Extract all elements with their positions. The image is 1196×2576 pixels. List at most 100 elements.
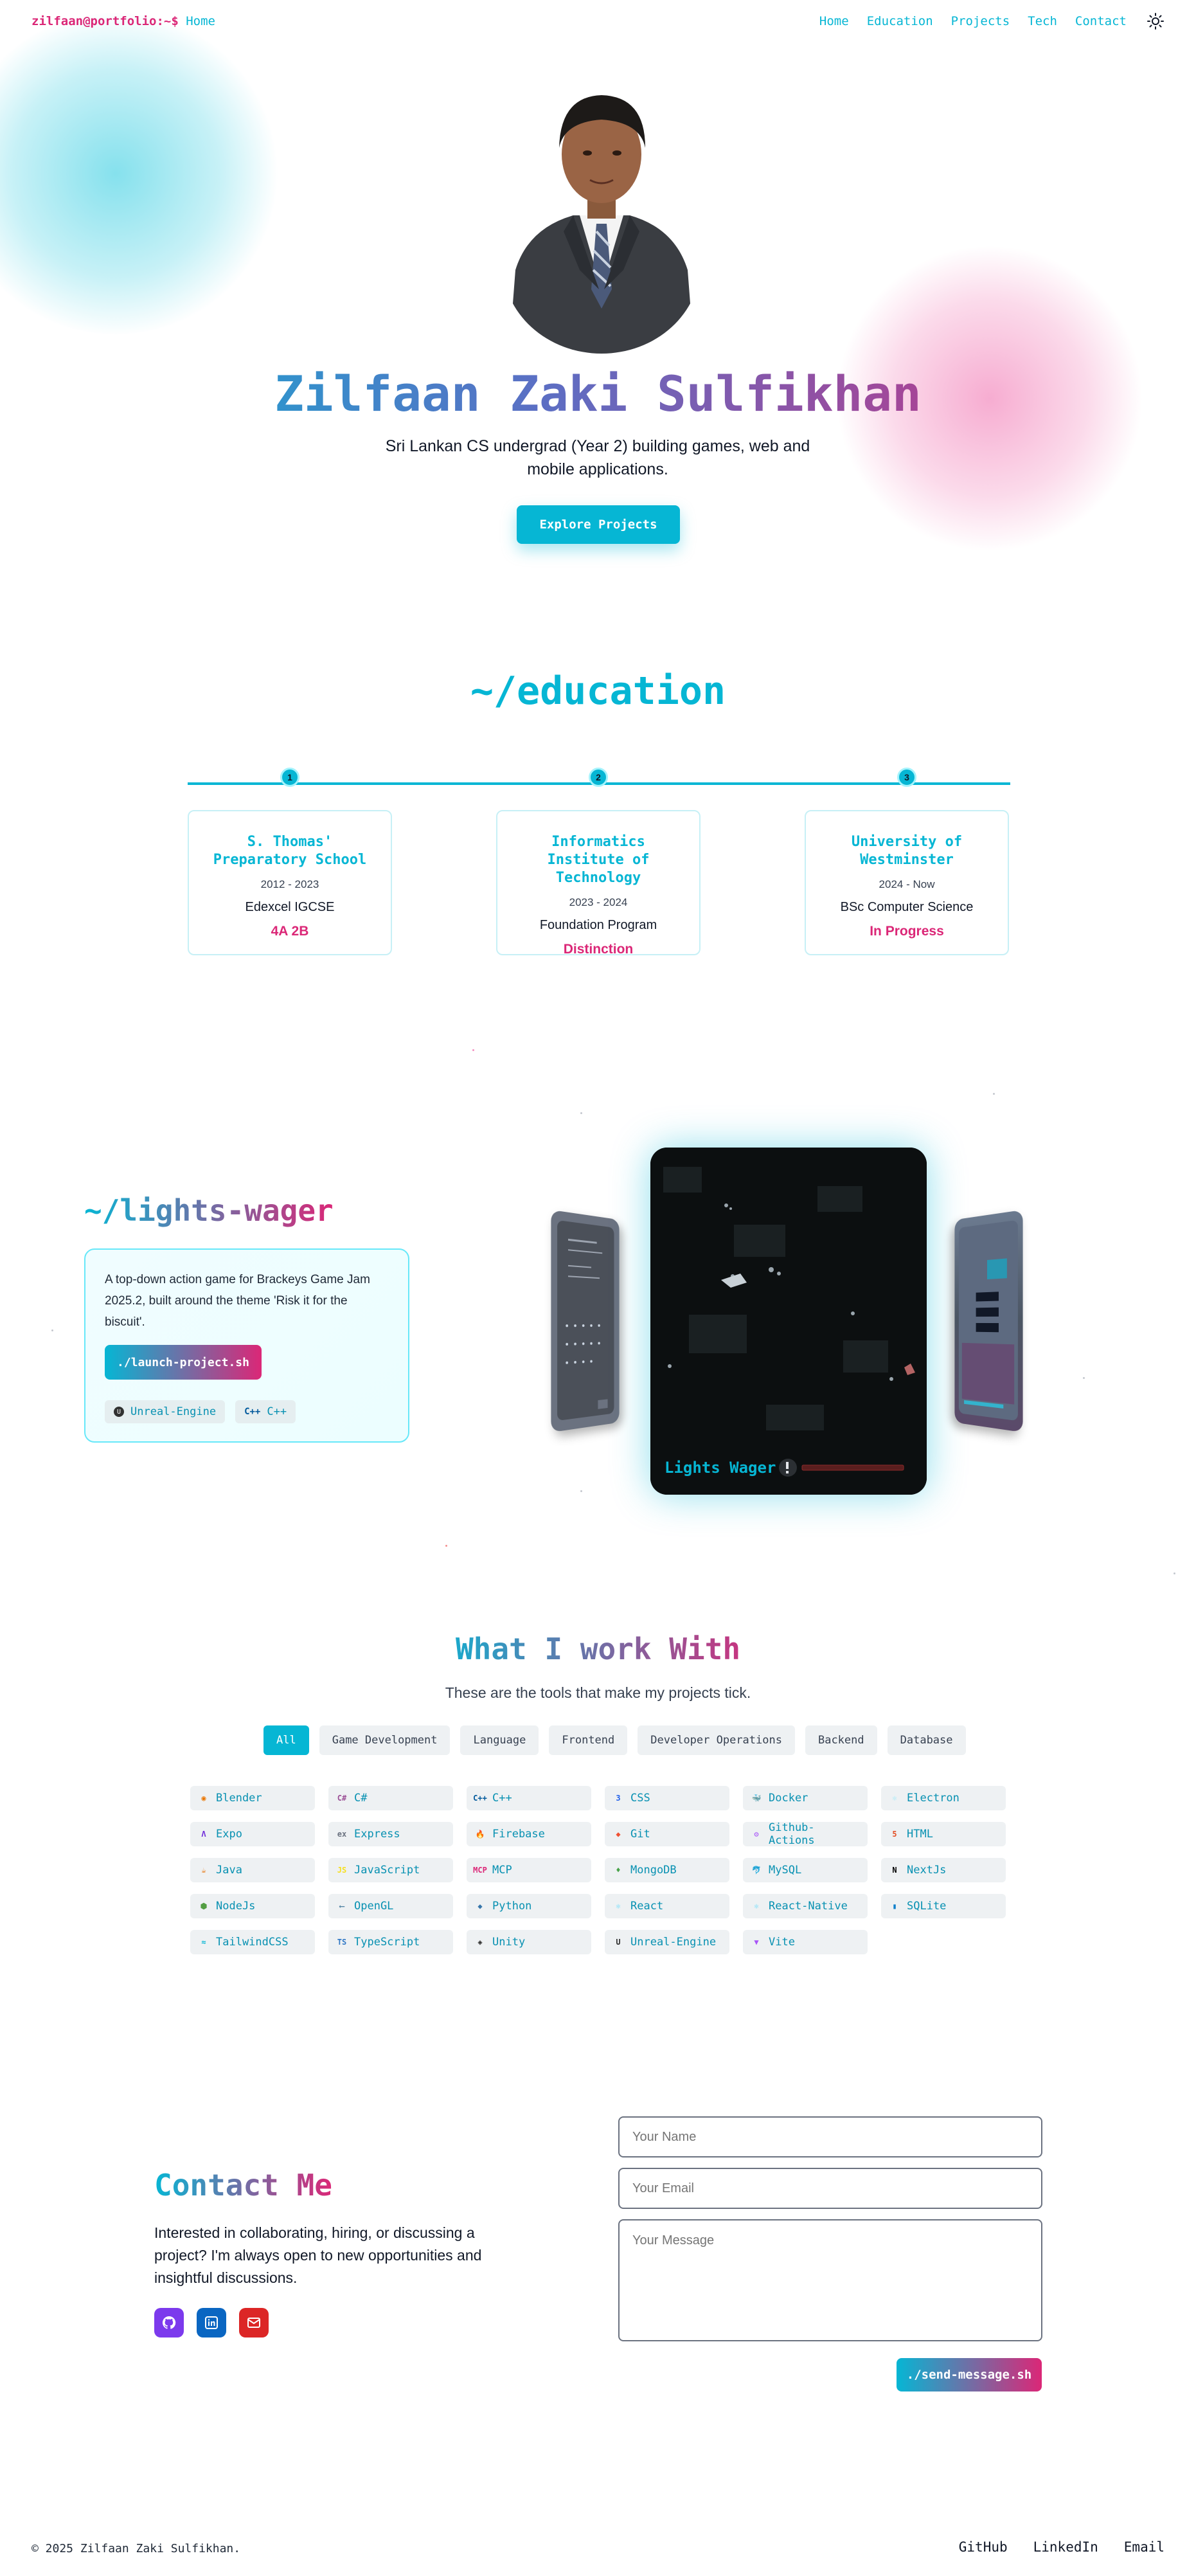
tool-label: NodeJs	[216, 1900, 256, 1913]
html-icon: 5	[892, 1830, 897, 1839]
tag-cpp: C++ C++	[235, 1400, 296, 1423]
tool-item: C++ C++	[467, 1786, 591, 1810]
nav-link-education[interactable]: Education	[867, 14, 933, 28]
message-field[interactable]	[618, 2219, 1042, 2341]
tool-filters: All Game Development Language Frontend D…	[263, 1725, 966, 1755]
education-card: S. Thomas' Preparatory School 2012 - 202…	[188, 810, 392, 955]
nav-link-projects[interactable]: Projects	[951, 14, 1010, 28]
footer-link-github[interactable]: GitHub	[959, 2539, 1008, 2555]
filter-database[interactable]: Database	[887, 1725, 966, 1755]
tool-label: MongoDB	[630, 1864, 677, 1877]
tool-label: Git	[630, 1828, 650, 1841]
explore-projects-button[interactable]: Explore Projects	[517, 505, 680, 544]
tool-label: Github-Actions	[769, 1821, 815, 1847]
theme-toggle-sun-icon[interactable]	[1147, 12, 1165, 30]
tool-label: C#	[354, 1792, 368, 1805]
csharp-icon: C#	[337, 1794, 347, 1803]
nav-links: Home Education Projects Tech Contact	[819, 14, 1127, 28]
typescript-icon: TS	[337, 1938, 347, 1947]
unreal-icon: U	[114, 1407, 124, 1417]
filter-language[interactable]: Language	[460, 1725, 539, 1755]
footer-copyright: © 2025 Zilfaan Zaki Sulfikhan.	[31, 2542, 241, 2555]
school-name: University of Westminster	[851, 834, 963, 868]
school-name: S. Thomas' Preparatory School	[213, 834, 367, 868]
tools-subtitle: These are the tools that make my project…	[445, 1684, 751, 1701]
education-result: In Progress	[870, 924, 944, 939]
linkedin-icon[interactable]	[197, 2308, 226, 2337]
education-program: BSc Computer Science	[840, 900, 974, 914]
expo-icon: Λ	[201, 1830, 206, 1839]
filter-frontend[interactable]: Frontend	[549, 1725, 628, 1755]
filter-game-development[interactable]: Game Development	[319, 1725, 451, 1755]
git-icon: ◆	[616, 1830, 621, 1839]
tool-item: ⚛ React	[605, 1894, 729, 1918]
tool-item: ♦ MongoDB	[605, 1858, 729, 1882]
top-nav: zilfaan@portfolio:~$ Home Home Education…	[0, 0, 1196, 41]
tool-label: C++	[492, 1792, 512, 1805]
github-icon[interactable]	[154, 2308, 184, 2337]
tool-label: CSS	[630, 1792, 650, 1805]
contact-title: Contact Me	[154, 2168, 332, 2202]
email-field[interactable]	[618, 2168, 1042, 2209]
docker-icon: 🐳	[751, 1794, 762, 1803]
tool-item: ☕ Java	[190, 1858, 315, 1882]
tool-item: 🔥 Firebase	[467, 1822, 591, 1846]
nav-link-tech[interactable]: Tech	[1028, 14, 1057, 28]
tool-item: C# C#	[328, 1786, 453, 1810]
footer-link-email[interactable]: Email	[1124, 2539, 1165, 2555]
project-card: A top-down action game for Brackeys Game…	[84, 1248, 409, 1443]
tool-item: MCP MCP	[467, 1858, 591, 1882]
javascript-icon: JS	[337, 1866, 347, 1875]
tool-label: Firebase	[492, 1828, 545, 1841]
tool-item: ⚙ Github-Actions	[743, 1821, 868, 1847]
name-field[interactable]	[618, 2116, 1042, 2157]
brand[interactable]: zilfaan@portfolio:~$ Home	[31, 14, 215, 28]
tool-label: MySQL	[769, 1864, 802, 1877]
education-card: University of Westminster 2024 - Now BSc…	[805, 810, 1009, 955]
opengl-icon: ⟵	[339, 1902, 344, 1911]
footer-link-linkedin[interactable]: LinkedIn	[1033, 2539, 1098, 2555]
tool-label: Python	[492, 1900, 532, 1913]
sqlite-icon: ▮	[892, 1902, 897, 1911]
tool-label: Express	[354, 1828, 400, 1841]
tool-label: Unity	[492, 1936, 526, 1949]
particle	[993, 1093, 995, 1095]
cpp-icon: C++	[244, 1407, 261, 1417]
email-icon[interactable]	[239, 2308, 269, 2337]
tool-label: React-Native	[769, 1900, 848, 1913]
project-tags: U Unreal-Engine C++ C++	[105, 1400, 296, 1423]
project-description: A top-down action game for Brackeys Game…	[105, 1273, 370, 1329]
electron-icon: ⚛	[892, 1794, 897, 1803]
tool-item: U Unreal-Engine	[605, 1930, 729, 1954]
education-card: Informatics Institute of Technology 2023…	[496, 810, 701, 957]
tool-label: SQLite	[907, 1900, 947, 1913]
hero-subtitle: Sri Lankan CS undergrad (Year 2) buildin…	[385, 437, 810, 478]
particle	[472, 1049, 474, 1051]
filter-backend[interactable]: Backend	[805, 1725, 877, 1755]
profile-photo	[503, 77, 701, 354]
tag-unreal-engine: U Unreal-Engine	[105, 1400, 226, 1423]
css-icon: 3	[616, 1794, 621, 1803]
education-years: 2012 - 2023	[260, 878, 319, 890]
hero-name: Zilfaan Zaki Sulfikhan	[0, 365, 1196, 422]
tool-label: Blender	[216, 1792, 262, 1805]
tool-label: NextJs	[907, 1864, 947, 1877]
contact-text: Interested in collaborating, hiring, or …	[154, 2224, 482, 2286]
nav-link-contact[interactable]: Contact	[1075, 14, 1127, 28]
nav-link-home[interactable]: Home	[819, 14, 849, 28]
tool-item: 🐬 MySQL	[743, 1858, 868, 1882]
filter-all[interactable]: All	[263, 1725, 309, 1755]
filter-developer-operations[interactable]: Developer Operations	[638, 1725, 795, 1755]
tool-label: Vite	[769, 1936, 795, 1949]
tool-item: ⚛ React-Native	[743, 1894, 868, 1918]
hero-glow-cyan	[0, 13, 283, 334]
tool-item: ▼ Vite	[743, 1930, 868, 1954]
express-icon: ex	[337, 1830, 347, 1839]
send-message-button[interactable]: ./send-message.sh	[897, 2358, 1042, 2391]
particle	[1174, 1572, 1175, 1574]
tool-item: ex Express	[328, 1822, 453, 1846]
mongodb-icon: ♦	[616, 1866, 621, 1875]
launch-project-button[interactable]: ./launch-project.sh	[105, 1345, 262, 1380]
vite-icon: ▼	[754, 1938, 759, 1947]
project-title: ~/lights-wager	[84, 1193, 334, 1228]
